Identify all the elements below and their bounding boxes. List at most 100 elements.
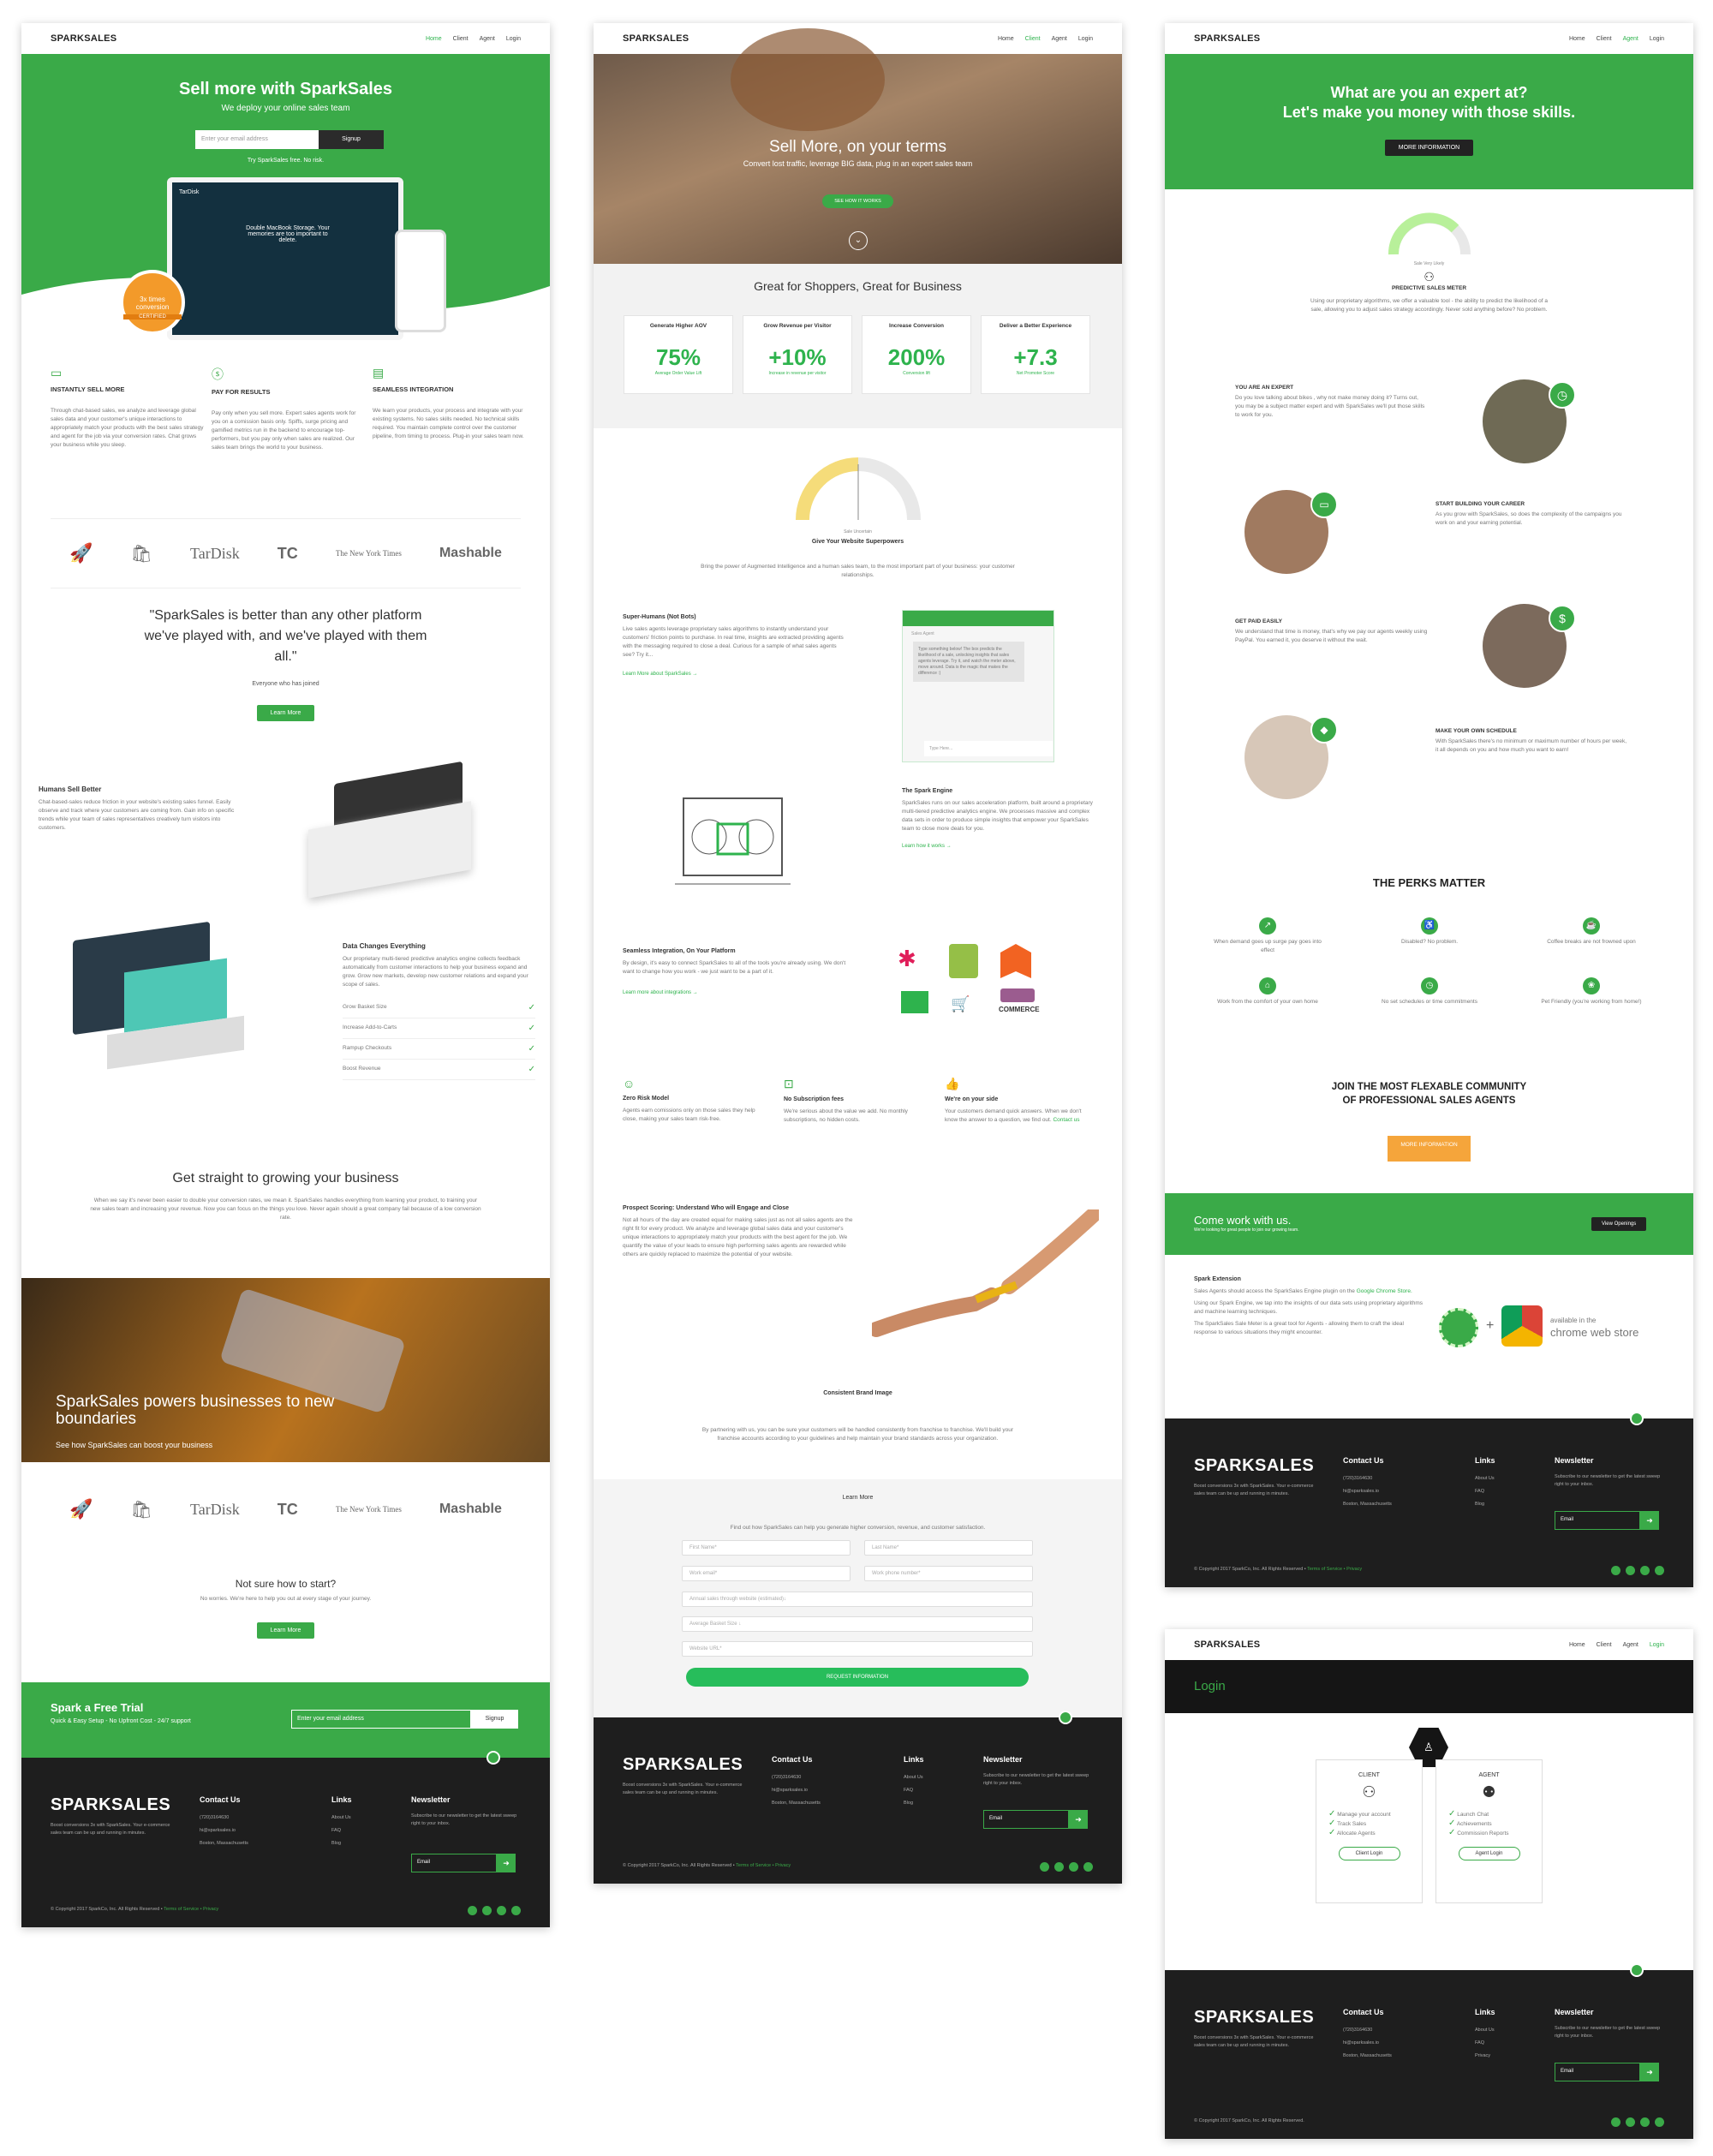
website-url-input[interactable]: Website URL* <box>682 1641 1033 1657</box>
footer-link[interactable]: About Us <box>331 1814 352 1822</box>
instagram-icon[interactable] <box>1611 2117 1620 2127</box>
newsletter-submit-button[interactable]: ➜ <box>497 1854 516 1872</box>
scroll-top-button[interactable] <box>1059 1711 1072 1724</box>
learn-sparksales-link[interactable]: Learn More about SparkSales → <box>623 672 850 677</box>
footer-link[interactable]: Blog <box>331 1840 352 1848</box>
perk-text: Pet Friendly (you're working from home!) <box>1541 999 1642 1005</box>
chat-input[interactable]: Type Here... <box>924 741 1053 756</box>
nav-login[interactable]: Login <box>1650 1642 1664 1648</box>
contact-phone[interactable]: (720)3164630 <box>772 1774 821 1782</box>
newsletter-email-input[interactable]: Email <box>1555 2063 1640 2081</box>
terms-link[interactable]: Terms of Service • Privacy <box>1307 1567 1362 1572</box>
pinterest-icon[interactable] <box>1083 1862 1093 1872</box>
contact-phone[interactable]: (720)3164630 <box>1343 1475 1392 1483</box>
contact-link[interactable]: Contact us <box>1053 1117 1079 1123</box>
see-how-button[interactable]: SEE HOW IT WORKS <box>822 194 893 208</box>
facebook-icon[interactable] <box>1626 1566 1635 1575</box>
newsletter-submit-button[interactable]: ➜ <box>1640 2063 1659 2081</box>
basket-size-select[interactable]: Average Basket Size ↓ <box>682 1616 1033 1632</box>
nav-home[interactable]: Home <box>1569 1642 1585 1648</box>
nav-login[interactable]: Login <box>506 36 521 42</box>
newsletter-submit-button[interactable]: ➜ <box>1069 1810 1088 1829</box>
chrome-store-link[interactable]: Google Chrome Store. <box>1357 1288 1412 1294</box>
footer-link[interactable]: Privacy <box>1475 2052 1495 2060</box>
footer-link[interactable]: About Us <box>904 1774 924 1782</box>
footer-link[interactable]: FAQ <box>331 1827 352 1835</box>
newsletter-submit-button[interactable]: ➜ <box>1640 1511 1659 1530</box>
twitter-icon[interactable] <box>1069 1862 1078 1872</box>
logo[interactable]: SPARKSALES <box>1194 33 1260 44</box>
request-info-button[interactable]: REQUEST INFORMATION <box>686 1668 1029 1687</box>
learn-more-button[interactable]: Learn More <box>256 705 315 721</box>
nav-client[interactable]: Client <box>453 36 469 42</box>
nav-agent[interactable]: Agent <box>1623 36 1638 42</box>
integrations-link[interactable]: Learn more about integrations → <box>623 990 850 995</box>
work-email-input[interactable]: Work email* <box>682 1566 851 1581</box>
chevron-down-icon[interactable]: ⌄ <box>849 231 868 250</box>
contact-email[interactable]: hi@sparksales.io <box>1343 2040 1392 2047</box>
nav-client[interactable]: Client <box>1597 36 1612 42</box>
contact-email[interactable]: hi@sparksales.io <box>1343 1488 1392 1496</box>
logo[interactable]: SPARKSALES <box>1194 1639 1260 1650</box>
annual-sales-select[interactable]: Annual sales through website (estimated)… <box>682 1592 1033 1607</box>
client-login-button[interactable]: Client Login <box>1338 1847 1400 1860</box>
nav-agent[interactable]: Agent <box>480 36 495 42</box>
work-phone-input[interactable]: Work phone number* <box>864 1566 1033 1581</box>
facebook-icon[interactable] <box>1626 2117 1635 2127</box>
nav-login[interactable]: Login <box>1650 36 1664 42</box>
footer-link[interactable]: About Us <box>1475 1475 1495 1483</box>
footer-link[interactable]: About Us <box>1475 2027 1495 2034</box>
learn-more-button-2[interactable]: Learn More <box>256 1622 315 1639</box>
last-name-input[interactable]: Last Name* <box>864 1540 1033 1556</box>
scroll-top-button[interactable] <box>1630 1412 1644 1425</box>
contact-email[interactable]: hi@sparksales.io <box>200 1827 248 1835</box>
facebook-icon[interactable] <box>1054 1862 1064 1872</box>
twitter-icon[interactable] <box>497 1906 506 1915</box>
terms-link[interactable]: Terms of Service • Privacy <box>736 1863 791 1868</box>
join-more-info-button[interactable]: MORE INFORMATION <box>1388 1136 1471 1162</box>
newsletter-email-input[interactable]: Email <box>1555 1511 1640 1530</box>
facebook-icon[interactable] <box>482 1906 492 1915</box>
more-info-button[interactable]: MORE INFORMATION <box>1384 140 1474 156</box>
nav-agent[interactable]: Agent <box>1623 1642 1638 1648</box>
contact-phone[interactable]: (720)3164630 <box>200 1814 248 1822</box>
learn-how-link[interactable]: Learn how it works → <box>902 844 1095 849</box>
pinterest-icon[interactable] <box>1655 1566 1664 1575</box>
newsletter-email-input[interactable]: Email <box>411 1854 497 1872</box>
instagram-icon[interactable] <box>468 1906 477 1915</box>
hero-email-input[interactable]: Enter your email address <box>195 130 319 149</box>
terms-link[interactable]: Terms of Service • Privacy <box>164 1907 218 1912</box>
footer-link[interactable]: FAQ <box>904 1787 924 1795</box>
footer-link[interactable]: FAQ <box>1475 2040 1495 2047</box>
contact-email[interactable]: hi@sparksales.io <box>772 1787 821 1795</box>
agent-login-button[interactable]: Agent Login <box>1458 1847 1520 1860</box>
instagram-icon[interactable] <box>1611 1566 1620 1575</box>
hero-signup-button[interactable]: Signup <box>319 130 384 149</box>
logo[interactable]: SPARKSALES <box>51 33 116 44</box>
newsletter-email-input[interactable]: Email <box>983 1810 1069 1829</box>
scroll-top-button[interactable] <box>1630 1963 1644 1977</box>
nav-client[interactable]: Client <box>1597 1642 1612 1648</box>
nav-home[interactable]: Home <box>426 36 442 42</box>
pinterest-icon[interactable] <box>1655 2117 1664 2127</box>
first-name-input[interactable]: First Name* <box>682 1540 851 1556</box>
contact-phone[interactable]: (720)3164630 <box>1343 2027 1392 2034</box>
instagram-icon[interactable] <box>1040 1862 1049 1872</box>
nav-agent[interactable]: Agent <box>1052 36 1067 42</box>
twitter-icon[interactable] <box>1640 2117 1650 2127</box>
nav-login[interactable]: Login <box>1078 36 1093 42</box>
pinterest-icon[interactable] <box>511 1906 521 1915</box>
twitter-icon[interactable] <box>1640 1566 1650 1575</box>
footer-link[interactable]: Blog <box>904 1800 924 1807</box>
nav-client[interactable]: Client <box>1025 36 1041 42</box>
footer-link[interactable]: FAQ <box>1475 1488 1495 1496</box>
nav-home[interactable]: Home <box>998 36 1014 42</box>
footer-link[interactable]: Blog <box>1475 1501 1495 1508</box>
nav-home[interactable]: Home <box>1569 36 1585 42</box>
trial-signup-button[interactable]: Signup <box>471 1710 518 1729</box>
logo[interactable]: SPARKSALES <box>623 33 689 44</box>
scroll-top-button[interactable] <box>486 1751 500 1765</box>
trial-email-input[interactable]: Enter your email address <box>291 1710 471 1729</box>
view-openings-button[interactable]: View Openings <box>1591 1217 1647 1231</box>
chrome-web-store-label[interactable]: chrome web store <box>1550 1326 1638 1339</box>
